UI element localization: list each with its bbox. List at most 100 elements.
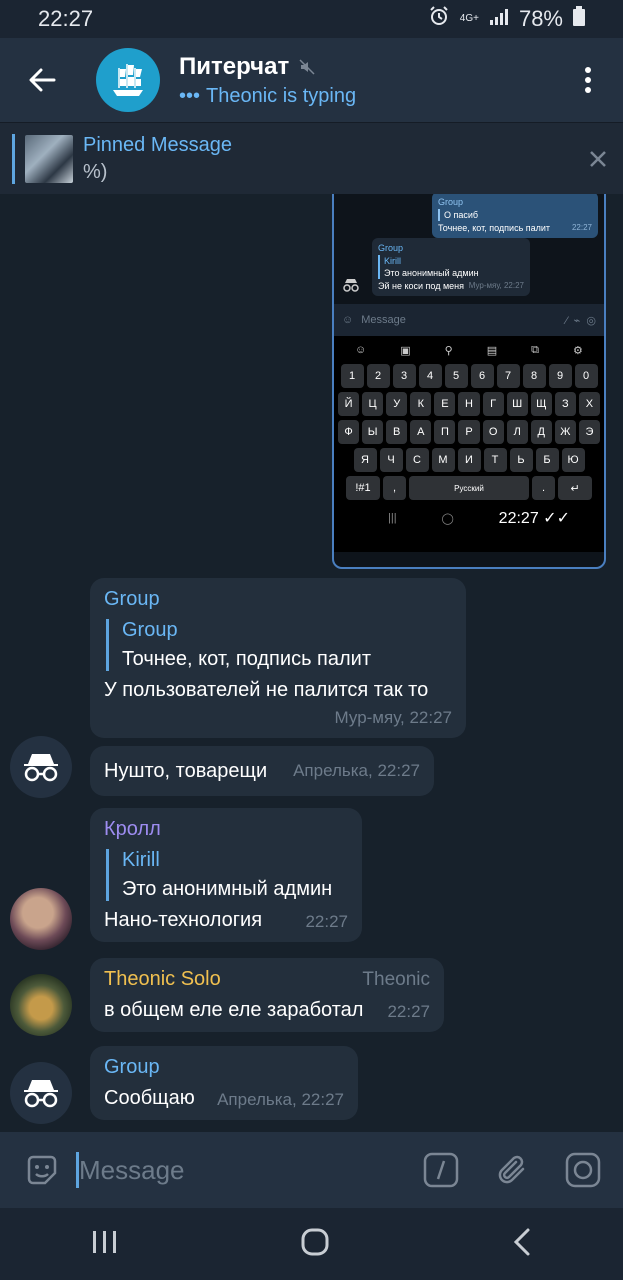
mini-key-enter-icon: ↵ bbox=[558, 476, 592, 500]
chevron-left-icon bbox=[513, 1228, 530, 1255]
message-text: Нано-технология bbox=[104, 909, 263, 931]
incognito-icon bbox=[24, 754, 58, 782]
chat-title-block[interactable]: Питерчат ••• Theonic is typing bbox=[179, 53, 356, 108]
mini-key: Д bbox=[530, 420, 552, 444]
mini-incognito-icon bbox=[342, 278, 360, 297]
battery-level: 78% bbox=[518, 6, 563, 31]
mini-key: К bbox=[410, 392, 432, 416]
quote-text: Это анонимный админ bbox=[122, 878, 333, 900]
mini-text-2: Эй не коси под меня bbox=[378, 281, 465, 291]
status-icons: 4G+ 78% bbox=[428, 5, 585, 33]
mini-key: П bbox=[434, 420, 456, 444]
nav-back-button[interactable] bbox=[512, 1227, 532, 1262]
mini-nav: ||| ◯ 22:27 ✓✓ bbox=[388, 510, 570, 527]
mini-key: Т bbox=[483, 448, 507, 472]
mini-sender-2: Group bbox=[378, 243, 404, 253]
avatar-incognito[interactable] bbox=[10, 736, 72, 798]
message-bubble-2[interactable]: Нушто, товарещи Апрелька, 22:27 bbox=[90, 746, 434, 796]
home-button[interactable] bbox=[301, 1228, 329, 1261]
mini-key: 5 bbox=[444, 364, 468, 388]
message-text: У пользователей не палится так то bbox=[104, 679, 429, 701]
mini-image-time: 22:27 bbox=[498, 510, 539, 527]
mini-key: Ю bbox=[561, 448, 585, 472]
mini-key: А bbox=[410, 420, 432, 444]
status-time: 22:27 bbox=[38, 6, 94, 31]
avatar-kroll[interactable] bbox=[10, 888, 72, 950]
mini-key: М bbox=[431, 448, 455, 472]
camera-button[interactable] bbox=[563, 1150, 603, 1190]
recent-apps-button[interactable] bbox=[91, 1229, 119, 1260]
quote-author: Kirill bbox=[122, 849, 160, 871]
chat-area[interactable]: Group О пасиб Точнее, кот, подпись палит… bbox=[0, 194, 623, 1132]
avatar-incognito[interactable] bbox=[10, 1062, 72, 1124]
message-input[interactable]: Message bbox=[79, 1155, 309, 1186]
message-text: Сообщаю bbox=[104, 1087, 195, 1109]
mini-key: 7 bbox=[496, 364, 520, 388]
message-meta: 22:27 bbox=[305, 912, 348, 931]
mini-key: Е bbox=[434, 392, 456, 416]
sticker-icon bbox=[27, 1155, 57, 1185]
pinned-accent-bar bbox=[12, 133, 15, 184]
quote-author: Group bbox=[122, 619, 178, 641]
mini-key-row-5: !#1 , Русский . ↵ bbox=[338, 476, 600, 500]
recent-apps-icon bbox=[93, 1230, 117, 1253]
mini-key: Ж bbox=[554, 420, 576, 444]
message-meta: Мур-мяу, 22:27 bbox=[334, 708, 452, 727]
message-meta: Апрелька, 22:27 bbox=[217, 1090, 344, 1109]
mini-key: Р bbox=[458, 420, 480, 444]
arrow-left-icon bbox=[29, 68, 56, 92]
chat-title-text: Питерчат bbox=[179, 52, 290, 80]
message-bubble-4[interactable]: Theonic Solo Theonic в общем еле еле зар… bbox=[90, 958, 444, 1032]
close-icon bbox=[590, 150, 606, 167]
message-meta: 22:27 bbox=[387, 1002, 430, 1021]
status-bar: 22:27 4G+ 78% bbox=[0, 0, 623, 38]
bot-commands-button[interactable] bbox=[421, 1150, 461, 1190]
avatar-theonic[interactable] bbox=[10, 974, 72, 1036]
menu-button[interactable] bbox=[553, 66, 623, 94]
chat-avatar[interactable] bbox=[96, 48, 160, 112]
mini-key-row-3: ФЫВАПРОЛДЖЭ bbox=[337, 420, 601, 444]
signal-icon bbox=[489, 6, 509, 32]
message-bubble-5[interactable]: Group Сообщаю Апрелька, 22:27 bbox=[90, 1046, 358, 1120]
chat-title: Питерчат bbox=[179, 53, 356, 81]
mini-key-symbols: !#1 bbox=[346, 476, 380, 500]
mini-key: Э bbox=[578, 420, 601, 444]
alarm-icon bbox=[428, 5, 450, 33]
sticker-button[interactable] bbox=[22, 1150, 62, 1190]
mini-key: Х bbox=[578, 392, 601, 416]
quote-text: Точнее, кот, подпись палит bbox=[122, 648, 371, 670]
mini-key: З bbox=[554, 392, 576, 416]
message-sender: Кролл bbox=[104, 818, 161, 840]
mini-key: 4 bbox=[418, 364, 442, 388]
screenshot-image[interactable]: Group О пасиб Точнее, кот, подпись палит… bbox=[332, 194, 606, 569]
mini-key: Л bbox=[506, 420, 528, 444]
message-bubble-1[interactable]: Group Group Точнее, кот, подпись палит У… bbox=[90, 578, 466, 738]
sailing-ship-icon bbox=[113, 64, 143, 96]
mini-compose: ☺ Message ⁄ ⌁ ◎ bbox=[334, 304, 604, 336]
back-button[interactable] bbox=[0, 38, 84, 122]
network-indicator: 4G+ bbox=[459, 13, 479, 24]
mini-time-1: 22:27 bbox=[571, 223, 592, 232]
chat-header: Питерчат ••• Theonic is typing bbox=[0, 38, 623, 122]
mini-key: О bbox=[482, 420, 504, 444]
message-sender: Group bbox=[104, 1056, 160, 1078]
message-sender: Group bbox=[104, 588, 160, 610]
message-sender: Theonic Solo bbox=[104, 968, 221, 990]
pinned-message-bar[interactable]: Pinned Message %) bbox=[0, 122, 623, 194]
mini-key: Ч bbox=[379, 448, 403, 472]
battery-icon bbox=[573, 6, 585, 32]
system-navigation-bar bbox=[0, 1208, 623, 1280]
message-text: Нушто, товарещи bbox=[104, 759, 268, 782]
mini-attach-icons: ⁄ ⌁ ◎ bbox=[565, 314, 596, 327]
reply-quote[interactable]: Kirill Это анонимный админ bbox=[106, 849, 348, 901]
mini-key-comma: , bbox=[383, 476, 406, 500]
attach-button[interactable] bbox=[493, 1150, 533, 1190]
reply-quote[interactable]: Group Точнее, кот, подпись палит bbox=[106, 619, 452, 671]
mini-sticker-icon: ☺ bbox=[342, 314, 354, 326]
mini-key: Ы bbox=[362, 420, 384, 444]
message-bubble-3[interactable]: Кролл Kirill Это анонимный админ Нано-те… bbox=[90, 808, 362, 942]
close-pinned-button[interactable] bbox=[589, 143, 607, 175]
mini-placeholder: Message bbox=[361, 314, 406, 326]
typing-text: Theonic is typing bbox=[206, 84, 357, 107]
message-meta: Апрелька, 22:27 bbox=[293, 761, 420, 780]
